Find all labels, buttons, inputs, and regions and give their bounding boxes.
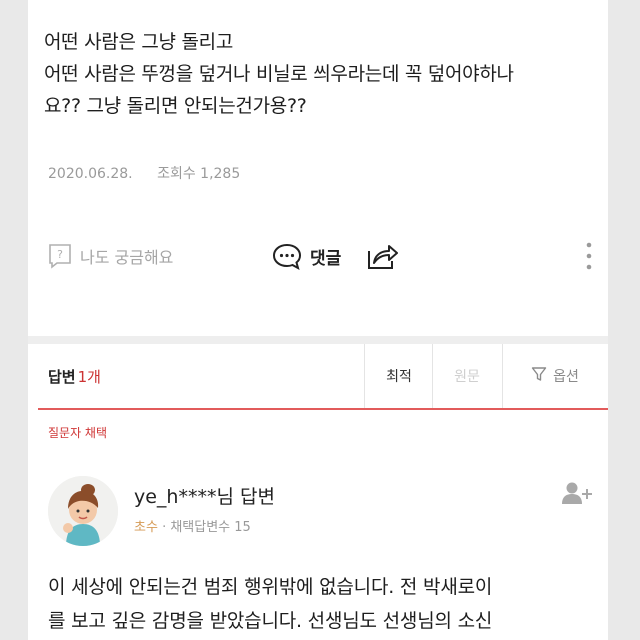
answer-count-number: 1개 [77,368,101,386]
answer-body: 이 세상에 안되는건 범죄 행위밖에 없습니다. 전 박새로이 를 보고 깊은 … [48,570,608,638]
svg-text:?: ? [57,248,63,261]
content-card: 어떤 사람은 그냥 돌리고 어떤 사람은 뚜껑을 덮거나 비닐로 씌우라는데 꼭… [28,0,608,640]
question-body: 어떤 사람은 그냥 돌리고 어떤 사람은 뚜껑을 덮거나 비닐로 씌우라는데 꼭… [44,26,604,122]
question-meta: 2020.06.28. 조회수 1,285 [48,163,240,183]
follow-button[interactable] [560,480,594,510]
answer-count: 답변 1개 [48,366,101,387]
more-button[interactable] [584,236,594,276]
chosen-badge: 질문자 채택 [48,426,108,440]
share-button[interactable] [366,236,400,276]
filter-icon [531,366,553,386]
answerer-grade: 초수 [134,520,158,535]
question-line: 어떤 사람은 뚜껑을 덮거나 비닐로 씌우라는데 꼭 덮어야하나 [44,63,514,85]
chosen-count: 15 [234,520,251,535]
options-button[interactable]: 옵션 [502,344,607,408]
share-icon [366,241,400,271]
answerer-meta: 초수 · 채택답변수 15 [134,516,251,535]
answer-line: 를 보고 깊은 감명을 받았습니다. 선생님도 선생님의 소신 [48,610,493,632]
curious-label: 나도 궁금해요 [80,248,174,267]
answer-tabs: 답변 1개 최적 원문 옵션 [28,344,608,408]
options-label: 옵션 [553,369,579,385]
question-line: 어떤 사람은 그냥 돌리고 [44,31,234,53]
question-mark-icon: ? [48,243,72,269]
question-date: 2020.06.28. [48,166,133,182]
add-user-icon [560,482,594,510]
sort-latest-tab[interactable]: 최적 [364,344,433,408]
curious-button[interactable]: ? 나도 궁금해요 [48,236,173,276]
comment-button[interactable]: 댓글 [272,236,341,276]
views-label: 조회수 [157,166,196,182]
speech-bubble-icon [272,242,302,270]
question-line: 요?? 그냥 돌리면 안되는건가용?? [44,95,307,117]
views-count: 1,285 [200,166,241,182]
answerer-name[interactable]: ye_h****님 답변 [134,482,275,509]
answer-line: 이 세상에 안되는건 범죄 행위밖에 없습니다. 전 박새로이 [48,576,493,598]
question-actions: ? 나도 궁금해요 댓글 [48,236,604,276]
answer-count-label: 답변 [48,368,76,386]
avatar[interactable] [48,476,118,546]
chosen-count-label: 채택답변수 [170,520,231,535]
comment-label: 댓글 [310,248,342,269]
avatar-character-icon [48,476,118,546]
more-vertical-icon [584,239,594,273]
answer-header: ye_h****님 답변 초수 · 채택답변수 15 [48,476,604,556]
sort-recommend-tab[interactable]: 원문 [432,344,501,408]
answer-section-divider [38,408,608,410]
section-divider [28,336,608,344]
